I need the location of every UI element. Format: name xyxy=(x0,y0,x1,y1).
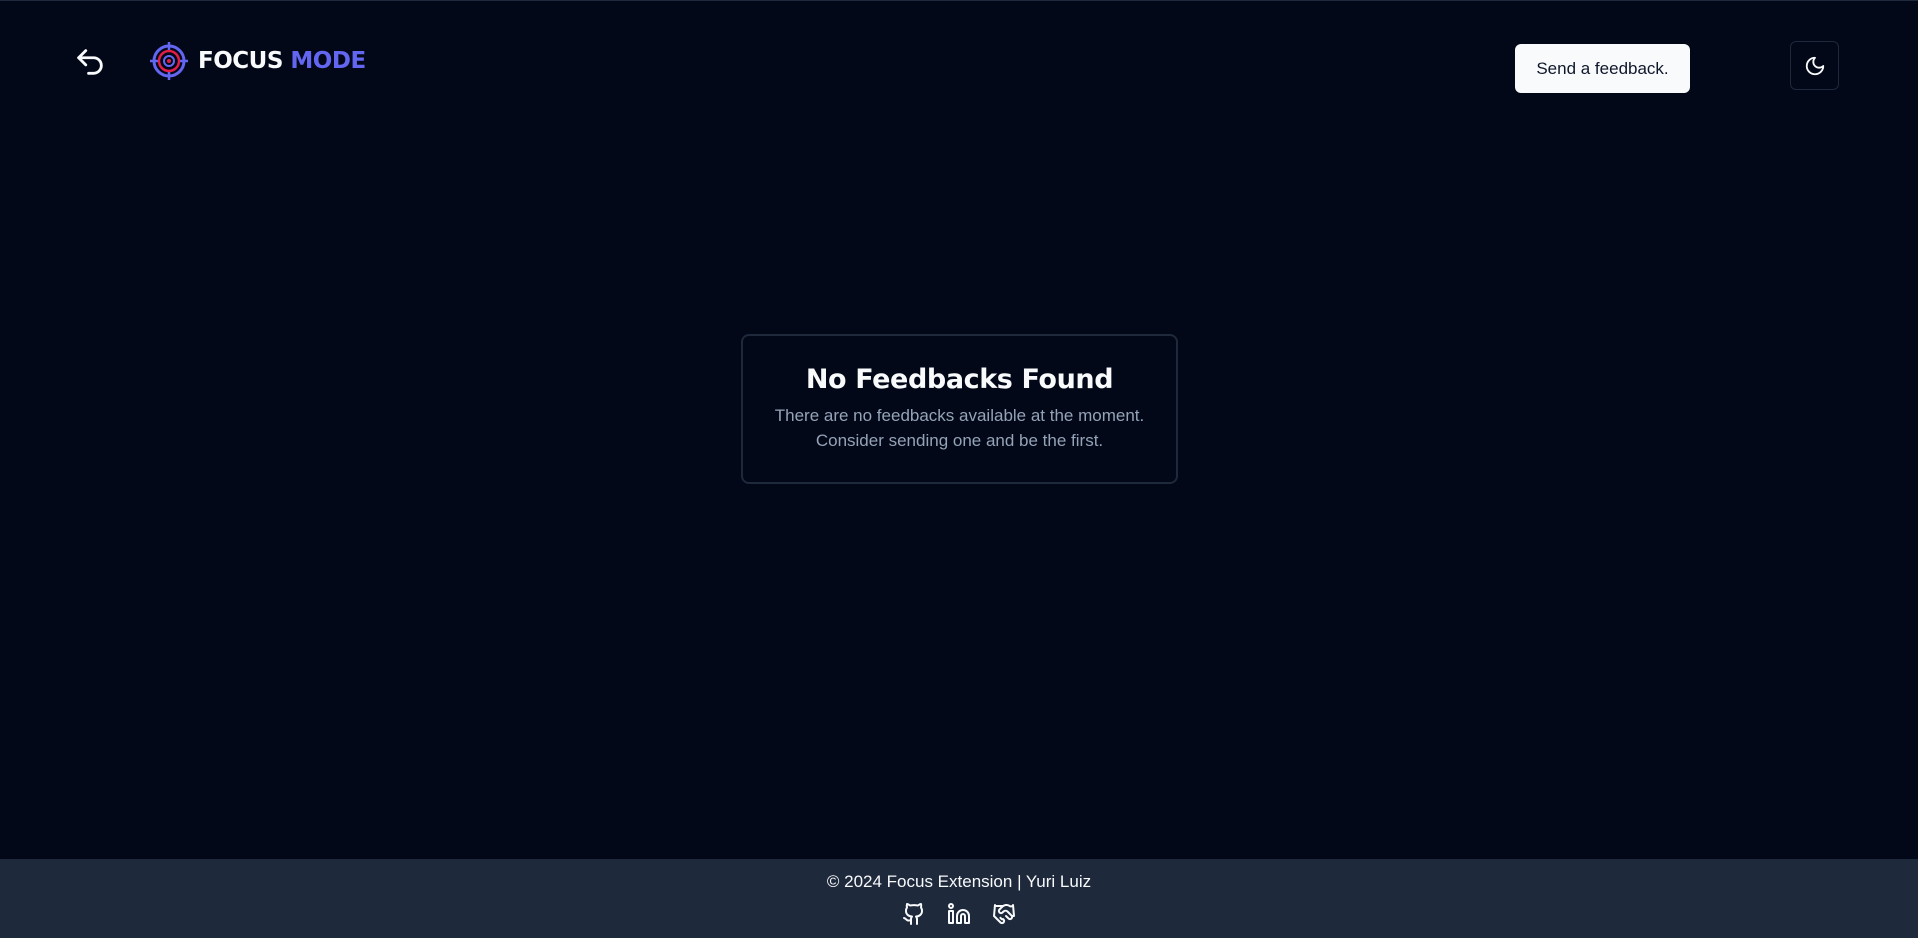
theme-toggle-button[interactable] xyxy=(1790,41,1839,90)
send-feedback-button[interactable]: Send a feedback. xyxy=(1515,44,1690,93)
footer-social-links xyxy=(902,901,1017,926)
footer-copyright: © 2024 Focus Extension | Yuri Luiz xyxy=(826,872,1092,891)
github-icon xyxy=(903,902,924,925)
logo-word-focus: FOCUS xyxy=(198,48,283,74)
top-divider xyxy=(0,0,1918,1)
github-link[interactable] xyxy=(902,901,927,926)
linkedin-icon xyxy=(948,902,970,924)
portfolio-link[interactable] xyxy=(992,901,1017,926)
handshake-icon xyxy=(993,903,1015,924)
app-root: FOCUS MODE Send a feedback. No Feedbacks… xyxy=(0,0,1918,938)
empty-state-title: No Feedbacks Found xyxy=(805,364,1114,395)
empty-state-description: There are no feedbacks available at the … xyxy=(774,406,1145,450)
back-button[interactable] xyxy=(70,42,110,82)
linkedin-link[interactable] xyxy=(947,901,972,926)
moon-icon xyxy=(1805,56,1824,75)
logo[interactable]: FOCUS MODE xyxy=(148,40,366,82)
logo-text: FOCUS MODE xyxy=(198,48,366,74)
target-icon xyxy=(150,42,188,80)
undo-arrow-icon xyxy=(77,49,103,75)
empty-state-card: No Feedbacks Found There are no feedback… xyxy=(741,334,1178,484)
footer: © 2024 Focus Extension | Yuri Luiz xyxy=(0,859,1918,938)
logo-word-mode: MODE xyxy=(290,48,366,74)
